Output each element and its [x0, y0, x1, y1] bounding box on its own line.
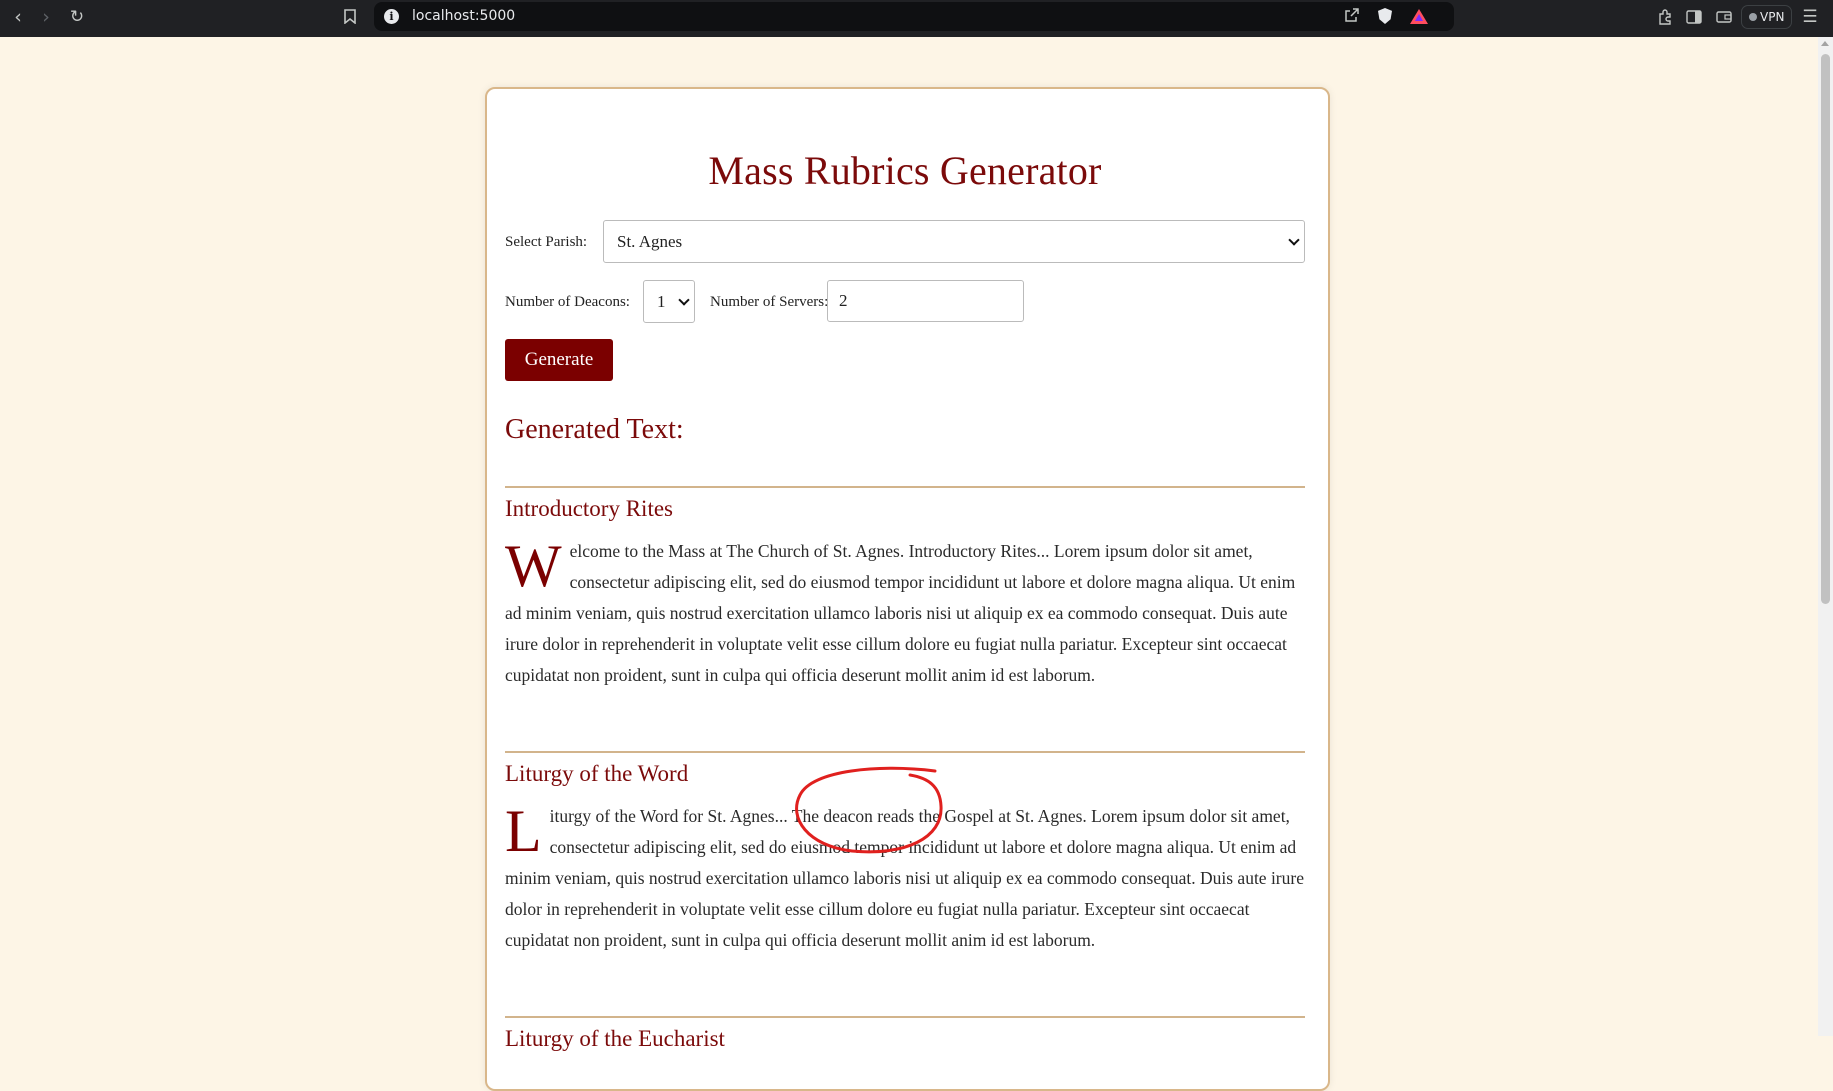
generator-card: Mass Rubrics Generator Select Parish: St… [485, 87, 1330, 1091]
chevron-down-icon [678, 294, 690, 306]
section-liturgy-of-the-eucharist: Liturgy of the Eucharist [505, 1016, 1305, 1054]
drop-cap: L [505, 798, 542, 864]
forward-icon[interactable]: › [33, 0, 59, 33]
section-body: iturgy of the Word for St. Agnes... The … [505, 806, 1304, 950]
deacons-select[interactable]: 1 [643, 280, 695, 323]
browser-toolbar: ‹ › ↻ i localhost:5000 VPN ☰ [0, 0, 1833, 37]
deacons-select-value: 1 [657, 292, 666, 311]
parish-select-value: St. Agnes [617, 232, 683, 251]
back-icon[interactable]: ‹ [5, 0, 31, 33]
scroll-up-icon[interactable] [1821, 41, 1829, 46]
sidebar-icon[interactable] [1683, 0, 1705, 33]
servers-input[interactable]: 2 [827, 280, 1024, 322]
scrollbar-thumb[interactable] [1821, 54, 1830, 604]
section-heading: Introductory Rites [505, 496, 673, 521]
page-title: Mass Rubrics Generator [708, 148, 1102, 193]
extensions-icon[interactable] [1654, 0, 1676, 33]
url-text: localhost:5000 [412, 8, 516, 24]
address-bar[interactable]: i localhost:5000 [374, 2, 1454, 31]
drop-cap: W [505, 533, 562, 599]
page-scrollbar[interactable] [1818, 37, 1833, 1036]
vpn-status-icon [1749, 13, 1757, 21]
parish-label: Select Parish: [505, 234, 588, 250]
vpn-label: VPN [1760, 10, 1785, 24]
reload-icon[interactable]: ↻ [64, 0, 90, 33]
section-heading: Liturgy of the Word [505, 761, 689, 786]
chevron-down-icon [1288, 234, 1300, 246]
section-body: elcome to the Mass at The Church of St. … [505, 541, 1296, 685]
section-text: Liturgy of the Word for St. Agnes... The… [505, 801, 1305, 956]
vpn-button[interactable]: VPN [1741, 5, 1793, 29]
brave-shield-icon[interactable] [1378, 8, 1392, 24]
menu-icon[interactable]: ☰ [1799, 0, 1821, 33]
generate-button[interactable]: Generate [505, 339, 613, 381]
section-heading: Liturgy of the Eucharist [505, 1026, 725, 1051]
site-info-icon[interactable]: i [384, 9, 399, 24]
section-text: Welcome to the Mass at The Church of St.… [505, 536, 1305, 691]
servers-input-value: 2 [839, 291, 848, 310]
parish-select[interactable]: St. Agnes [603, 220, 1305, 263]
bookmark-icon[interactable] [337, 0, 363, 33]
generated-text-heading: Generated Text: [505, 414, 684, 445]
section-liturgy-of-the-word: Liturgy of the Word Liturgy of the Word … [505, 751, 1305, 956]
deacons-label: Number of Deacons: [505, 294, 630, 310]
brave-rewards-icon[interactable] [1410, 9, 1428, 24]
wallet-icon[interactable] [1713, 0, 1735, 33]
section-introductory-rites: Introductory Rites Welcome to the Mass a… [505, 486, 1305, 691]
servers-label: Number of Servers: [710, 294, 829, 310]
share-icon[interactable] [1344, 7, 1360, 27]
